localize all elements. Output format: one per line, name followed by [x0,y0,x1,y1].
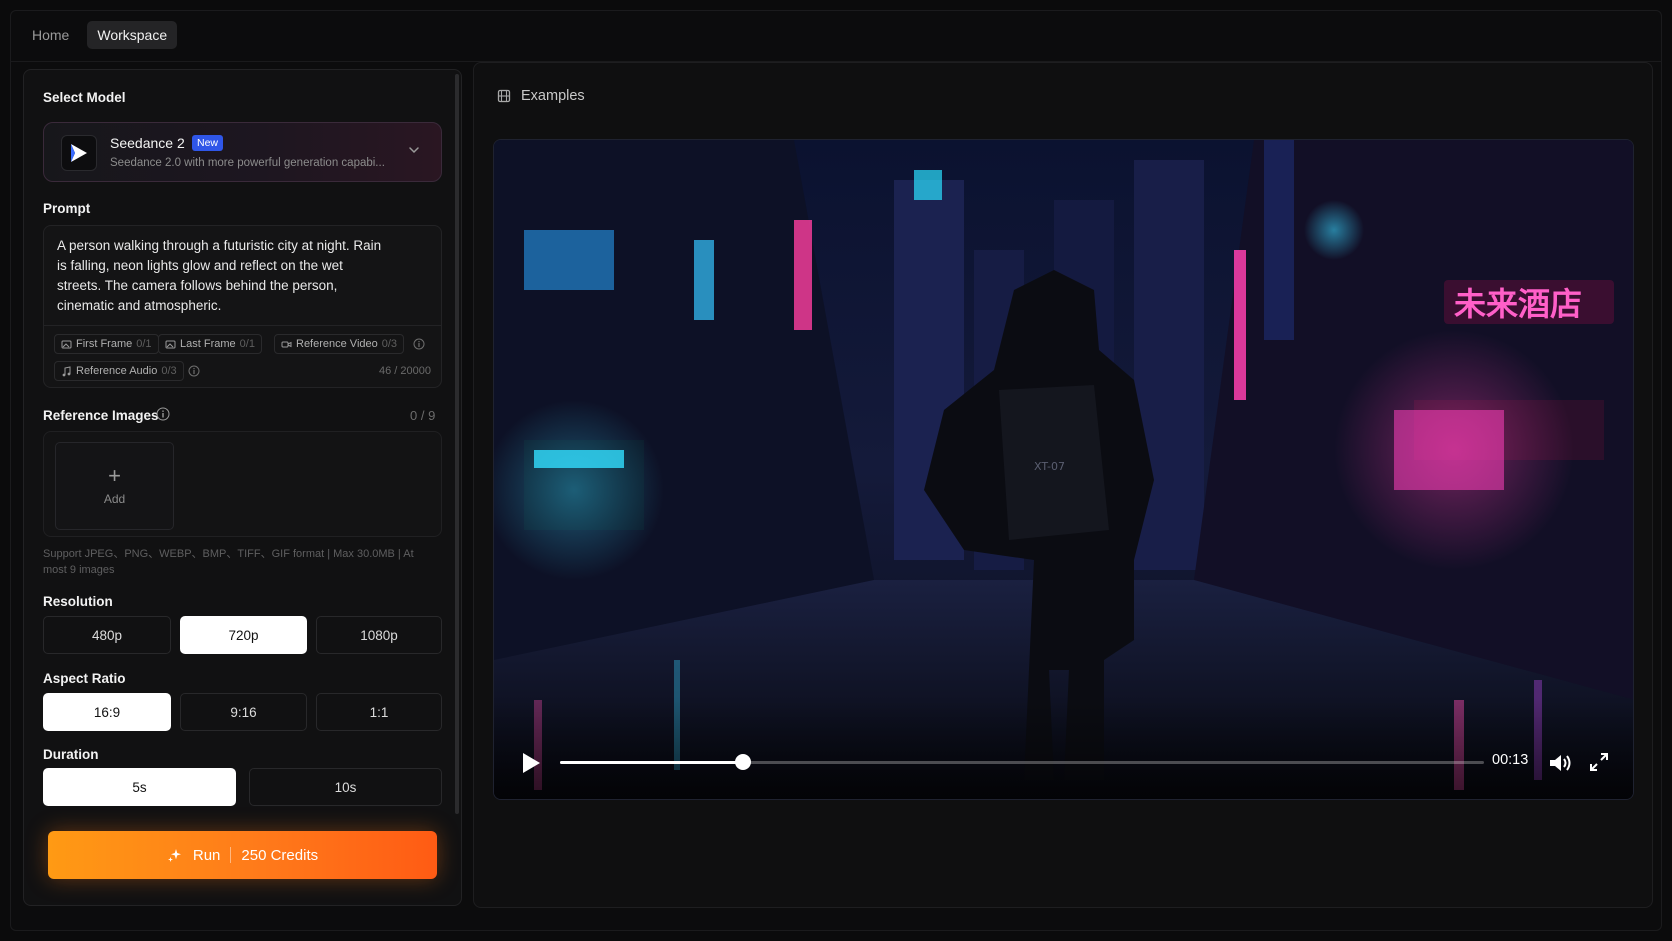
reference-audio-count: 0/3 [161,365,177,377]
run-label: Run [192,846,221,864]
add-image-label: Add [103,492,126,506]
volume-icon[interactable] [1548,751,1574,775]
aspect-16-9-option[interactable]: 16:9 [43,693,171,731]
video-progress-handle[interactable] [734,754,751,770]
plus-icon: + [108,463,121,488]
aspect-1-1-option[interactable]: 1:1 [316,693,442,731]
reference-audio-label: Reference Audio [76,365,158,377]
model-logo-icon [61,135,97,171]
fullscreen-icon[interactable] [1588,751,1610,773]
prompt-divider [44,325,441,326]
resolution-720p-option[interactable]: 720p [180,616,307,654]
tab-home[interactable]: Home [22,21,79,49]
first-frame-count: 0/1 [136,338,152,350]
music-note-icon [62,365,71,376]
examples-header: Examples [497,88,585,104]
resolution-480p-option[interactable]: 480p [43,616,171,654]
play-icon[interactable] [520,751,542,775]
run-credits: 250 Credits [241,846,319,864]
select-model-label: Select Model [43,90,126,105]
backpack-text: XT-07 [1034,460,1065,473]
aspect-9-16-option[interactable]: 9:16 [180,693,307,731]
top-nav: Home Workspace [22,20,178,50]
reference-video-label: Reference Video [296,338,378,350]
reference-video-count: 0/3 [381,338,398,350]
reference-images-count: 0 / 9 [410,408,436,423]
info-icon[interactable] [188,365,200,377]
image-icon [165,340,176,348]
last-frame-label: Last Frame [180,338,236,350]
last-frame-count: 0/1 [239,338,255,350]
add-image-button[interactable]: + Add [55,442,174,530]
prompt-textarea[interactable]: A person walking through a futuristic ci… [57,236,387,316]
video-controls: 00:13 [494,729,1633,799]
support-format-text: Support JPEG、PNG、WEBP、BMP、TIFF、GIF forma… [43,548,414,576]
first-frame-label: First Frame [76,338,133,350]
video-progress-bar[interactable] [560,754,1484,770]
aspect-ratio-label: Aspect Ratio [43,671,126,686]
model-description: Seedance 2.0 with more powerful generati… [110,157,385,169]
reference-video-chip[interactable]: Reference Video 0/3 [274,334,405,354]
info-icon[interactable] [413,338,425,350]
video-icon [281,341,292,347]
last-frame-chip[interactable]: Last Frame 0/1 [158,334,262,354]
film-icon [497,89,511,103]
example-video-player[interactable]: 未来酒店 XT-07 00:13 [493,139,1634,800]
prompt-char-count: 46 / 20000 [379,365,431,377]
reference-audio-chip[interactable]: Reference Audio 0/3 [54,361,184,381]
settings-scrollbar[interactable] [455,74,459,814]
duration-10s-option[interactable]: 10s [249,768,442,806]
image-icon [61,340,72,348]
new-badge: New [192,135,224,151]
run-button[interactable]: Run 250 Credits [48,831,437,879]
tab-workspace[interactable]: Workspace [87,21,178,49]
duration-label: Duration [43,747,99,762]
info-icon[interactable] [156,407,170,421]
examples-label: Examples [521,88,585,104]
video-frame-image: 未来酒店 XT-07 [494,140,1633,799]
resolution-label: Resolution [43,594,113,609]
neon-sign-text: 未来酒店 [1454,285,1582,323]
video-progress-fill [560,761,743,764]
resolution-1080p-option[interactable]: 1080p [316,616,442,654]
prompt-box: A person walking through a futuristic ci… [43,225,442,388]
first-frame-chip[interactable]: First Frame 0/1 [54,334,159,354]
duration-5s-option[interactable]: 5s [43,768,236,806]
chevron-down-icon [407,143,421,162]
reference-images-dropzone[interactable]: + Add [43,431,442,537]
model-name: Seedance 2 [110,135,185,151]
reference-images-label: Reference Images [43,408,159,423]
run-separator [230,847,232,863]
model-select-dropdown[interactable]: Seedance 2 New Seedance 2.0 with more po… [43,122,442,182]
prompt-label: Prompt [43,201,91,216]
video-time: 00:13 [1492,752,1529,768]
sparkle-icon [167,849,181,862]
